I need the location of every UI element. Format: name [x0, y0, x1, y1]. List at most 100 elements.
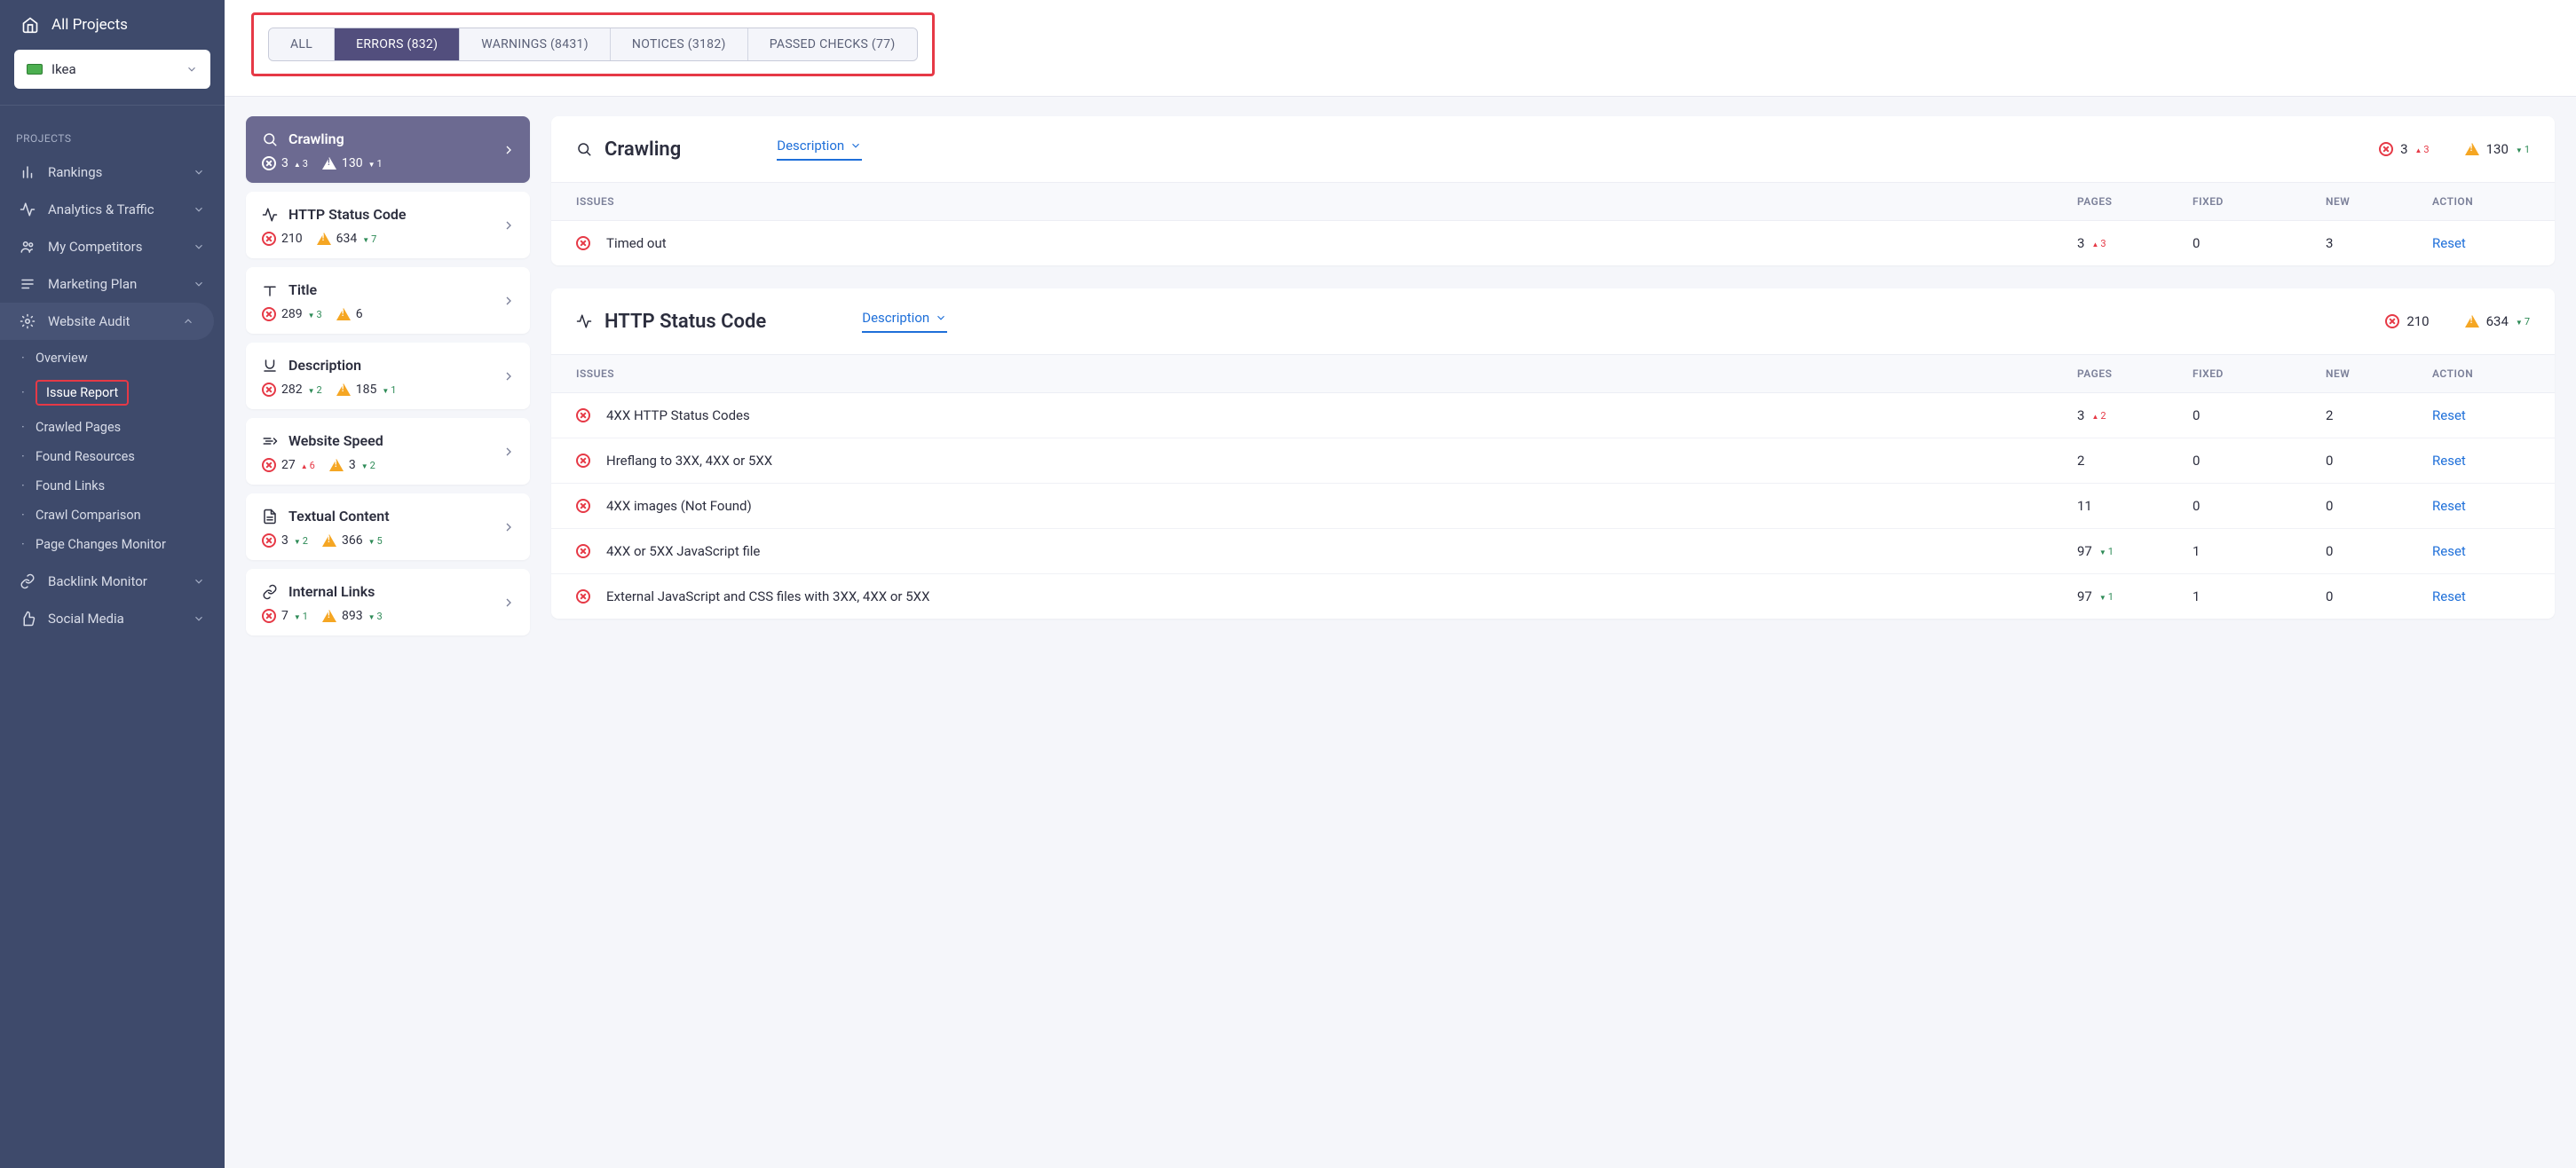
table-row[interactable]: 4XX images (Not Found) 11 0 0 Reset	[551, 484, 2555, 529]
warning-icon	[317, 233, 331, 245]
delta-up: 3	[294, 158, 308, 170]
nav-item-backlink-monitor[interactable]: Backlink Monitor	[0, 563, 225, 600]
chevron-right-icon	[502, 520, 516, 534]
category-card-internal-links[interactable]: Internal Links 71 8933	[246, 569, 530, 635]
thumb-icon	[20, 611, 36, 627]
chevron-down-icon	[193, 278, 205, 290]
reset-link[interactable]: Reset	[2432, 498, 2466, 514]
tab-all[interactable]: ALL	[269, 28, 335, 60]
category-card-crawling[interactable]: Crawling 33 130 1	[246, 116, 530, 183]
table-row[interactable]: 4XX or 5XX JavaScript file 971 1 0 Reset	[551, 529, 2555, 574]
sub-item-found-resources[interactable]: Found Resources	[0, 442, 225, 471]
sub-item-found-links[interactable]: Found Links	[0, 471, 225, 501]
reset-link[interactable]: Reset	[2432, 235, 2466, 251]
issue-name: 4XX HTTP Status Codes	[606, 407, 750, 423]
new-value: 0	[2326, 453, 2432, 469]
description-dropdown[interactable]: Description	[862, 310, 947, 333]
sub-nav: OverviewIssue ReportCrawled Pages Found R…	[0, 340, 225, 563]
header-issues: ISSUES	[576, 367, 2077, 380]
header-fixed: FIXED	[2193, 195, 2326, 208]
nav-item-website-audit[interactable]: Website Audit	[0, 303, 214, 340]
sub-item-issue-report[interactable]: Issue Report	[0, 373, 225, 413]
error-icon	[262, 533, 276, 548]
new-value: 0	[2326, 498, 2432, 514]
pages-value: 2	[2077, 453, 2084, 469]
chevron-down-icon	[193, 203, 205, 216]
warning-icon	[2465, 315, 2479, 328]
error-count: 27	[281, 458, 296, 472]
delta-down: 1	[382, 384, 396, 396]
category-name: Crawling	[288, 130, 344, 147]
sub-item-overview[interactable]: Overview	[0, 343, 225, 373]
new-value: 0	[2326, 543, 2432, 559]
nav-item-social-media[interactable]: Social Media	[0, 600, 225, 637]
issue-name: 4XX or 5XX JavaScript file	[606, 543, 760, 559]
sub-label: Page Changes Monitor	[36, 537, 166, 552]
category-card-description[interactable]: Description 2822 1851	[246, 343, 530, 409]
error-count: 3	[2400, 141, 2407, 157]
category-name: Description	[288, 357, 361, 374]
table-row[interactable]: 4XX HTTP Status Codes 32 0 2 Reset	[551, 393, 2555, 438]
table-row[interactable]: Timed out 33 0 3 Reset	[551, 221, 2555, 265]
warning-count: 130	[2486, 141, 2509, 157]
warning-count: 130	[342, 156, 363, 170]
pulse-icon	[576, 313, 592, 329]
delta-down: 1	[2099, 546, 2114, 557]
topbar: ALLERRORS (832)WARNINGS (8431)NOTICES (3…	[225, 0, 2576, 97]
sub-item-page-changes-monitor[interactable]: Page Changes Monitor	[0, 530, 225, 559]
nav-label: Social Media	[48, 611, 124, 627]
tab-warnings[interactable]: WARNINGS (8431)	[460, 28, 611, 60]
category-card-http-status-code[interactable]: HTTP Status Code 210 6347	[246, 192, 530, 258]
chevron-right-icon	[502, 445, 516, 459]
project-name: Ikea	[51, 61, 76, 77]
project-selector[interactable]: Ikea	[14, 50, 210, 89]
sub-item-crawl-comparison[interactable]: Crawl Comparison	[0, 501, 225, 530]
error-icon	[576, 499, 590, 513]
category-card-title[interactable]: Title 2893 6	[246, 267, 530, 334]
issue-name: External JavaScript and CSS files with 3…	[606, 588, 929, 604]
sidebar-heading: PROJECTS	[0, 114, 225, 154]
tab-errors[interactable]: ERRORS (832)	[335, 28, 460, 60]
table-row[interactable]: External JavaScript and CSS files with 3…	[551, 574, 2555, 619]
reset-link[interactable]: Reset	[2432, 588, 2466, 604]
project-badge-icon	[27, 64, 43, 75]
error-icon	[262, 458, 276, 472]
nav-item-marketing-plan[interactable]: Marketing Plan	[0, 265, 225, 303]
chevron-right-icon	[502, 218, 516, 233]
all-projects-link[interactable]: All Projects	[0, 0, 225, 50]
error-icon	[262, 307, 276, 321]
chevron-down-icon	[186, 63, 198, 75]
error-count: 3	[281, 156, 288, 170]
delta-down: 1	[368, 158, 383, 170]
nav-item-analytics-traffic[interactable]: Analytics & Traffic	[0, 191, 225, 228]
new-value: 0	[2326, 588, 2432, 604]
underline-icon	[262, 358, 278, 374]
category-card-textual-content[interactable]: Textual Content 32 3665	[246, 493, 530, 560]
warning-count: 893	[342, 609, 363, 623]
reset-link[interactable]: Reset	[2432, 453, 2466, 469]
delta-down: 3	[308, 309, 322, 320]
table-header: ISSUES PAGES FIXED NEW ACTION	[551, 182, 2555, 221]
reset-link[interactable]: Reset	[2432, 407, 2466, 423]
reset-link[interactable]: Reset	[2432, 543, 2466, 559]
pulse-icon	[20, 201, 36, 217]
category-card-website-speed[interactable]: Website Speed 276 32	[246, 418, 530, 485]
nav-item-rankings[interactable]: Rankings	[0, 154, 225, 191]
description-dropdown[interactable]: Description	[777, 138, 862, 161]
issue-name: 4XX images (Not Found)	[606, 498, 752, 514]
nav-label: Analytics & Traffic	[48, 201, 154, 217]
tab-notices[interactable]: NOTICES (3182)	[611, 28, 748, 60]
tab-passed[interactable]: PASSED CHECKS (77)	[748, 28, 917, 60]
warning-count: 6	[356, 307, 363, 321]
error-icon	[262, 383, 276, 397]
table-row[interactable]: Hreflang to 3XX, 4XX or 5XX 2 0 0 Reset	[551, 438, 2555, 484]
sub-item-crawled-pages[interactable]: Crawled Pages	[0, 413, 225, 442]
sub-label: Found Resources	[36, 449, 135, 464]
issue-name: Timed out	[606, 235, 667, 251]
error-count: 210	[281, 232, 303, 246]
delta-down: 2	[308, 384, 322, 396]
error-icon	[576, 454, 590, 468]
error-icon	[262, 232, 276, 246]
error-icon	[262, 609, 276, 623]
nav-item-my-competitors[interactable]: My Competitors	[0, 228, 225, 265]
